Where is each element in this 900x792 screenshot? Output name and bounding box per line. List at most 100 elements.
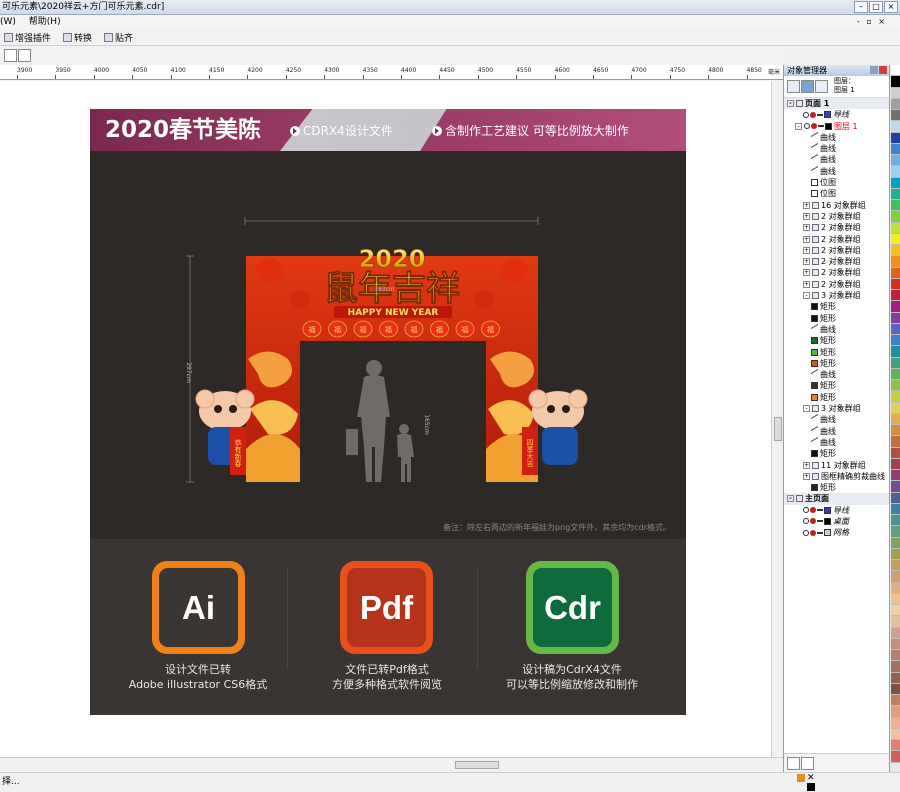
tree-layer-node[interactable]: 导线 (784, 109, 889, 120)
palette-color-swatch[interactable] (891, 256, 900, 268)
tree-object-node[interactable]: 曲线 (784, 436, 889, 448)
expand-toggle-icon[interactable]: + (803, 224, 810, 232)
edit-lock-icon[interactable] (817, 113, 823, 116)
tree-object-node[interactable]: +2 对象群组 (784, 279, 889, 290)
palette-color-swatch[interactable] (891, 661, 900, 673)
palette-color-swatch[interactable] (891, 222, 900, 234)
tree-object-node[interactable]: 矩形 (784, 301, 889, 312)
visibility-icon[interactable] (803, 518, 809, 525)
palette-color-swatch[interactable] (891, 301, 900, 313)
palette-color-swatch[interactable] (891, 740, 900, 752)
palette-color-swatch[interactable] (891, 695, 900, 707)
palette-color-swatch[interactable] (891, 560, 900, 572)
palette-color-swatch[interactable] (891, 290, 900, 302)
horizontal-scroll-thumb[interactable] (455, 761, 499, 769)
palette-color-swatch[interactable] (891, 76, 900, 88)
palette-color-swatch[interactable] (891, 357, 900, 369)
expand-toggle-icon[interactable]: + (803, 235, 810, 243)
palette-color-swatch[interactable] (891, 380, 900, 392)
tree-object-node[interactable]: + 图框精确剪裁曲线 (784, 471, 889, 482)
drawing-canvas[interactable]: 2020春节美陈 CDRX4设计文件 含制作工艺建议 可等比例放大制作 2020… (0, 81, 771, 757)
menu-item-window[interactable]: (W) (0, 17, 16, 27)
visibility-icon[interactable] (803, 507, 809, 514)
tree-object-node[interactable]: +16 对象群组 (784, 200, 889, 211)
tree-object-node[interactable]: +2 对象群组 (784, 245, 889, 256)
palette-color-swatch[interactable] (891, 447, 900, 459)
expand-toggle-icon[interactable]: + (803, 258, 810, 266)
expand-toggle-icon[interactable]: + (803, 269, 810, 277)
palette-color-swatch[interactable] (891, 515, 900, 527)
tree-page-node[interactable]: - 页面 1 (784, 98, 889, 110)
vertical-scroll-thumb[interactable] (774, 417, 782, 441)
palette-color-swatch[interactable] (891, 571, 900, 583)
palette-color-swatch[interactable] (891, 672, 900, 684)
visibility-icon[interactable] (803, 111, 809, 118)
tree-layer-node[interactable]: 导线 (784, 505, 889, 516)
palette-color-swatch[interactable] (891, 211, 900, 223)
minimize-button[interactable]: – (854, 1, 868, 13)
palette-color-swatch[interactable] (891, 200, 900, 212)
palette-color-swatch[interactable] (891, 98, 900, 110)
palette-color-swatch[interactable] (891, 683, 900, 695)
palette-color-swatch[interactable] (891, 616, 900, 628)
expand-toggle-icon[interactable]: + (803, 212, 810, 220)
tree-object-node[interactable]: 矩形 (784, 392, 889, 403)
palette-color-swatch[interactable] (891, 143, 900, 155)
layer-manager-button[interactable] (815, 80, 828, 93)
palette-color-swatch[interactable] (891, 278, 900, 290)
palette-color-swatch[interactable] (891, 132, 900, 144)
show-properties-button[interactable] (801, 80, 814, 93)
tree-object-node[interactable]: 曲线 (784, 369, 889, 381)
docker-close-button[interactable] (879, 66, 887, 74)
expand-toggle-icon[interactable]: - (787, 495, 794, 503)
palette-color-swatch[interactable] (891, 121, 900, 133)
horizontal-scrollbar[interactable] (0, 757, 783, 771)
tree-object-node[interactable]: 曲线 (784, 425, 889, 437)
palette-color-swatch[interactable] (891, 751, 900, 763)
visibility-icon[interactable] (803, 529, 809, 536)
palette-color-swatch[interactable] (891, 245, 900, 257)
tree-object-node[interactable]: 矩形 (784, 448, 889, 459)
palette-color-swatch[interactable] (891, 728, 900, 740)
close-button[interactable]: × (884, 1, 898, 13)
tree-object-node[interactable]: 矩形 (784, 358, 889, 369)
object-tree[interactable]: - 页面 1 导线 - 图层 1 曲线 曲线 曲线 曲线 位图 位图 +16 对象群组 +2 对象群组 +… (784, 98, 889, 753)
palette-color-swatch[interactable] (891, 436, 900, 448)
edit-lock-icon[interactable] (817, 531, 823, 534)
palette-color-swatch[interactable] (891, 627, 900, 639)
tree-object-node[interactable]: +2 对象群组 (784, 211, 889, 222)
tree-object-node[interactable]: 矩形 (784, 335, 889, 346)
print-icon[interactable] (810, 529, 816, 536)
maximize-button[interactable]: □ (869, 1, 883, 13)
tree-object-node[interactable]: 曲线 (784, 131, 889, 143)
palette-color-swatch[interactable] (891, 166, 900, 178)
color-palette[interactable] (889, 65, 900, 772)
tree-object-node[interactable]: +2 对象群组 (784, 256, 889, 267)
palette-color-swatch[interactable] (891, 267, 900, 279)
palette-color-swatch[interactable] (891, 402, 900, 414)
tree-object-node[interactable]: 曲线 (784, 414, 889, 426)
tree-object-node[interactable]: 曲线 (784, 154, 889, 166)
palette-color-swatch[interactable] (891, 706, 900, 718)
palette-color-swatch[interactable] (891, 425, 900, 437)
tree-layer-node[interactable]: - 图层 1 (784, 121, 889, 132)
tool-button-2[interactable] (18, 49, 31, 62)
palette-color-swatch[interactable] (891, 593, 900, 605)
palette-color-swatch[interactable] (891, 717, 900, 729)
tree-object-node[interactable]: 矩形 (784, 380, 889, 391)
tree-object-node[interactable]: 矩形 (784, 313, 889, 324)
palette-color-swatch[interactable] (891, 458, 900, 470)
palette-color-swatch[interactable] (891, 481, 900, 493)
palette-color-swatch[interactable] (891, 346, 900, 358)
palette-color-swatch[interactable] (891, 605, 900, 617)
print-icon[interactable] (811, 123, 817, 130)
expand-toggle-icon[interactable]: - (803, 405, 810, 413)
palette-color-swatch[interactable] (891, 368, 900, 380)
tree-object-node[interactable]: +11 对象群组 (784, 460, 889, 471)
palette-color-swatch[interactable] (891, 323, 900, 335)
palette-color-swatch[interactable] (891, 312, 900, 324)
toolbar-convert[interactable]: 转换 (63, 31, 92, 44)
expand-toggle-icon[interactable]: - (803, 292, 810, 300)
palette-color-swatch[interactable] (891, 503, 900, 515)
palette-color-swatch[interactable] (891, 335, 900, 347)
